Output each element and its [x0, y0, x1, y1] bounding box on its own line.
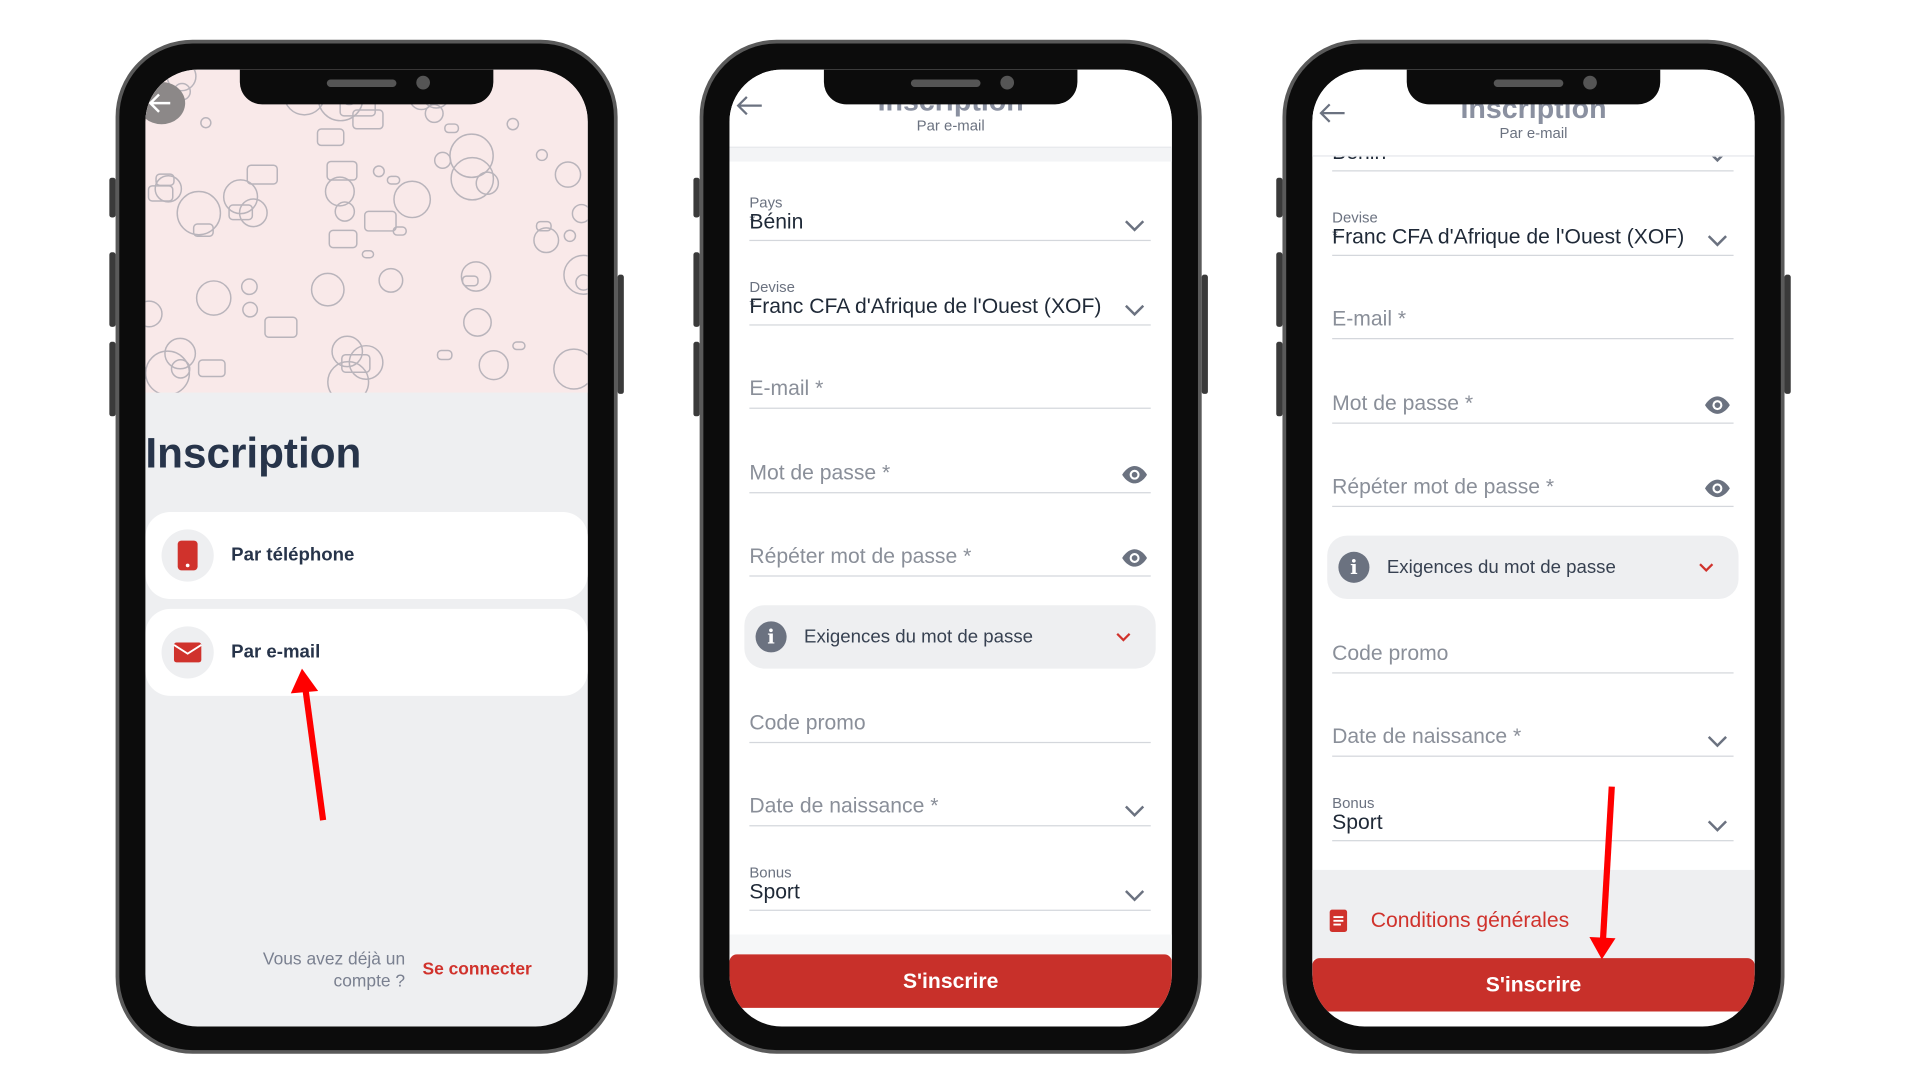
- header-subtitle: Par e-mail: [916, 116, 985, 135]
- notch: [239, 69, 494, 105]
- annotation-arrows: [290, 668, 1616, 960]
- header-subtitle: Par e-mail: [1499, 124, 1568, 142]
- red-arrow-annotation: [290, 668, 327, 821]
- red-arrow-annotation: [1589, 786, 1616, 960]
- stage: Inscription Par téléphone Par e-mail Vou…: [0, 0, 1920, 1080]
